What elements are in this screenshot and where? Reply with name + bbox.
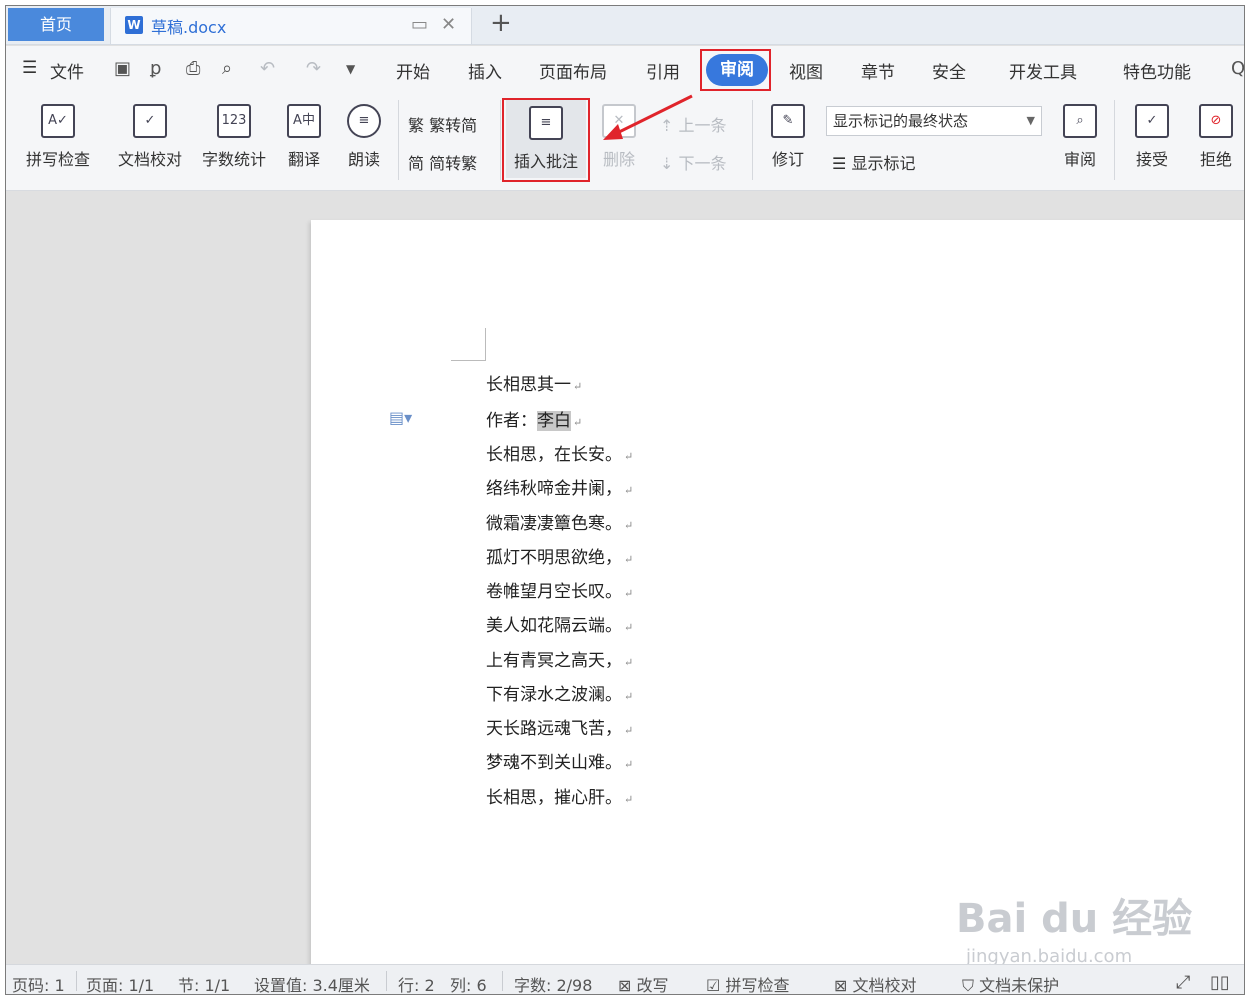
status-page[interactable]: 页面: 1/1 — [86, 972, 154, 994]
doc-line: 络纬秋啼金井阑， ↵ — [486, 479, 634, 499]
shield-icon: ⛉ — [962, 976, 975, 995]
spell-check-icon: ☑ — [706, 976, 721, 995]
status-setting: 设置值: 3.4厘米 — [254, 976, 370, 995]
doc-line: 长相思其一 ↵ — [486, 375, 583, 395]
status-page-code: 页码: 1 — [12, 976, 65, 995]
status-protect[interactable]: ⛉ 文档未保护 — [962, 972, 1059, 995]
overwrite-icon: ⊠ — [618, 976, 632, 995]
selected-author-name[interactable]: 李白 — [537, 411, 571, 431]
doc-line: 天长路远魂飞苦， ↵ — [486, 719, 634, 739]
doc-line: 孤灯不明思欲绝， ↵ — [486, 548, 634, 568]
paragraph-options-icon[interactable]: ▤▾ — [389, 408, 412, 427]
doc-line-author: 作者：李白 ↵ — [486, 411, 583, 431]
status-overwrite[interactable]: ⊠ 改写 — [618, 972, 669, 995]
status-section: 节: 1/1 — [178, 976, 231, 995]
status-separator — [386, 971, 387, 991]
doc-line: 长相思，在长安。 ↵ — [486, 445, 634, 465]
status-word-count[interactable]: 字数: 2/98 — [514, 972, 592, 994]
status-spell-check[interactable]: ☑ 拼写检查 — [706, 972, 789, 995]
doc-line: 上有青冥之高天， ↵ — [486, 651, 634, 671]
status-doc-proof[interactable]: ⊠ 文档校对 — [834, 972, 917, 995]
doc-line: 美人如花隔云端。 ↵ — [486, 616, 634, 636]
margin-corner-mark — [451, 328, 486, 361]
status-bar: 页码: 1 页面: 1/1 节: 1/1 设置值: 3.4厘米 行: 2 列: … — [6, 964, 1244, 995]
reading-mode-icon[interactable]: ▯▯ — [1210, 972, 1230, 993]
doc-line: 长相思，摧心肝。 ↵ — [486, 788, 634, 808]
doc-line: 微霜凄凄簟色寒。 ↵ — [486, 514, 634, 534]
doc-line: 下有渌水之波澜。 ↵ — [486, 685, 634, 705]
doc-line: 卷帷望月空长叹。 ↵ — [486, 582, 634, 602]
status-separator — [502, 971, 503, 991]
app-window: 首页 W 草稿.docx ▭ ✕ + ☰ 文件 ▣ ꝑ ⎙ ⌕ ↶ ↷ ▼ 开始… — [5, 5, 1245, 995]
status-col: 列: 6 — [450, 976, 487, 995]
document-page[interactable]: ▤▾ 长相思其一 ↵ 作者：李白 ↵ 长相思，在长安。 ↵ 络纬秋啼金井阑， ↵ 微霜凄… — [311, 220, 1244, 980]
fullscreen-icon[interactable]: ⤢ — [1176, 972, 1190, 993]
doc-proof-icon: ⊠ — [834, 976, 848, 995]
baidu-watermark: Bai du 经验 — [956, 896, 1193, 942]
status-separator — [76, 971, 77, 991]
doc-line: 梦魂不到关山难。 ↵ — [486, 753, 634, 773]
status-row: 行: 2 — [398, 976, 435, 995]
